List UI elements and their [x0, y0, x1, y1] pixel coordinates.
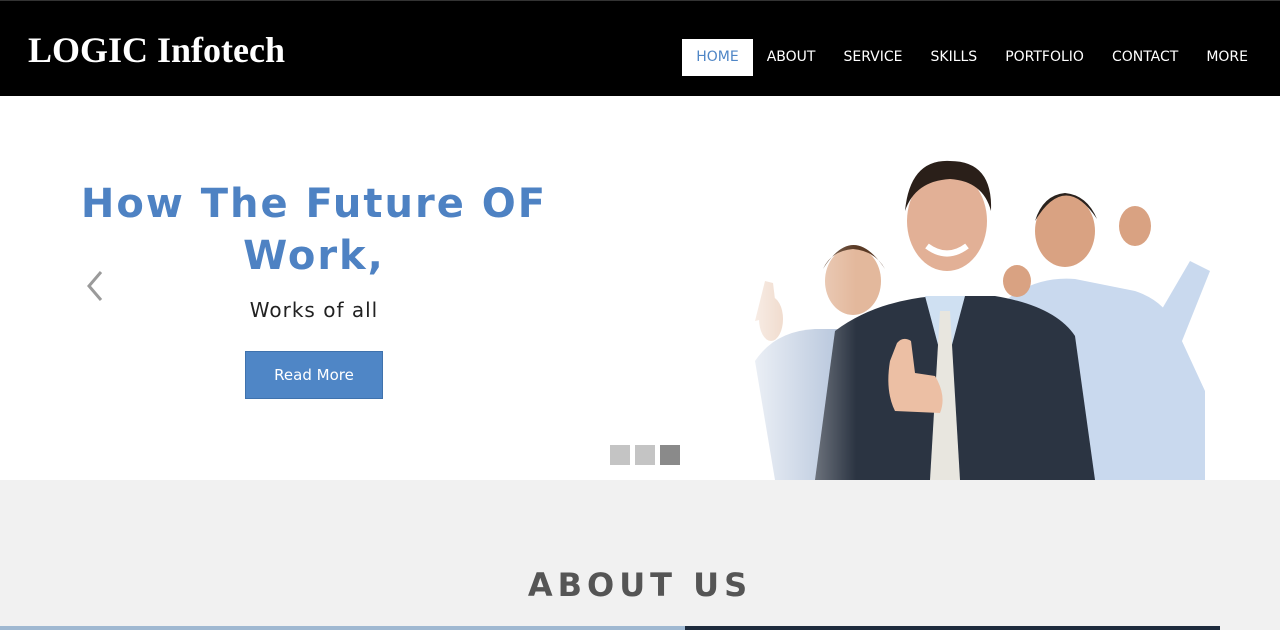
- hero-title-line1: How The Future OF: [80, 181, 548, 227]
- hero-title: How The Future OF Work,: [60, 178, 568, 282]
- nav-item-contact[interactable]: CONTACT: [1098, 39, 1192, 76]
- hero-people-image: [735, 151, 1220, 480]
- slider-dot[interactable]: [610, 445, 630, 465]
- nav-item-about[interactable]: ABOUT: [753, 39, 830, 76]
- about-section-strip: [0, 626, 1280, 630]
- site-logo[interactable]: LOGIC Infotech: [28, 29, 285, 71]
- nav-item-service[interactable]: SERVICE: [829, 39, 916, 76]
- slider-dot[interactable]: [635, 445, 655, 465]
- chevron-left-icon[interactable]: [82, 268, 108, 304]
- hero-slider: How The Future OF Work, Works of all Rea…: [0, 96, 1280, 480]
- main-nav: HOME ABOUT SERVICE SKILLS PORTFOLIO CONT…: [682, 39, 1262, 76]
- about-section-title: ABOUT US: [527, 566, 753, 604]
- slider-dot-active[interactable]: [660, 445, 680, 465]
- nav-item-portfolio[interactable]: PORTFOLIO: [991, 39, 1098, 76]
- read-more-button[interactable]: Read More: [245, 351, 383, 399]
- slider-dots: [610, 445, 680, 465]
- nav-item-home[interactable]: HOME: [682, 39, 753, 76]
- hero-subtitle: Works of all: [249, 298, 379, 322]
- site-header: LOGIC Infotech HOME ABOUT SERVICE SKILLS…: [0, 0, 1280, 96]
- nav-item-skills[interactable]: SKILLS: [917, 39, 992, 76]
- nav-item-more[interactable]: MORE: [1192, 39, 1262, 76]
- hero-title-line2: Work,: [243, 233, 385, 279]
